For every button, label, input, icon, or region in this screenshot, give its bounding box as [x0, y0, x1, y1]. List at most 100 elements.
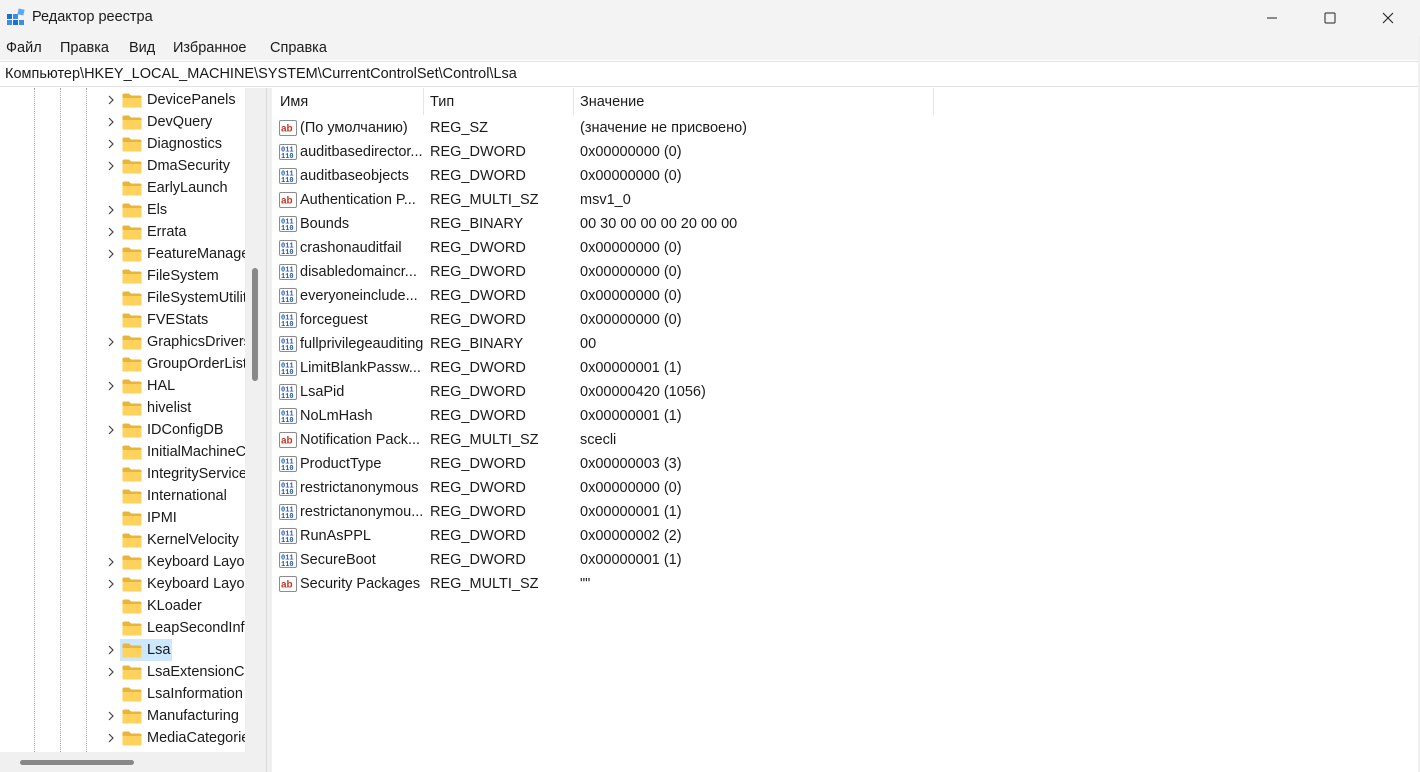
chevron-right-icon[interactable] — [106, 336, 116, 348]
tree-node[interactable]: IDConfigDB — [0, 419, 245, 441]
tree-node[interactable]: Lsa — [0, 639, 245, 661]
binary-value-icon: 011110 — [279, 336, 297, 353]
tree-node[interactable]: KLoader — [0, 595, 245, 617]
key-tree-panel[interactable]: DevicePanels DevQuery Diagnostics DmaSecuri… — [0, 88, 266, 772]
value-row[interactable]: 011 110 Bounds REG_BINARY 00 30 00 00 00 20 … — [272, 212, 972, 236]
tree-vertical-scroll-thumb[interactable] — [252, 268, 258, 381]
value-row[interactable]: 011 110 RunAsPPL REG_DWORD 0x00000002 (2) — [272, 524, 972, 548]
value-row[interactable]: ab Security Packages REG_MULTI_SZ "" — [272, 572, 972, 596]
tree-node[interactable]: FeatureManagement — [0, 243, 245, 265]
tree-node[interactable]: DmaSecurity — [0, 155, 245, 177]
address-path[interactable]: Компьютер\HKEY_LOCAL_MACHINE\SYSTEM\Curr… — [5, 66, 517, 82]
svg-text:ab: ab — [281, 196, 293, 207]
tree-node[interactable]: IntegrityServices — [0, 463, 245, 485]
value-row[interactable]: 011 110 LimitBlankPassw... REG_DWORD 0x00000… — [272, 356, 972, 380]
tree-vertical-scrollbar[interactable] — [245, 88, 266, 772]
tree-node[interactable]: DevicePanels — [0, 89, 245, 111]
title-bar[interactable]: Редактор реестра — [0, 0, 1420, 36]
binary-value-icon: 011110 — [279, 408, 297, 425]
value-row[interactable]: ab Notification Pack... REG_MULTI_SZ scecli — [272, 428, 972, 452]
tree-node[interactable]: Diagnostics — [0, 133, 245, 155]
value-row[interactable]: 011 110 forceguest REG_DWORD 0x00000000 (0) — [272, 308, 972, 332]
values-list-panel[interactable]: Имя Тип Значение ab (По умолчанию) REG_SZ (… — [272, 88, 1418, 772]
value-row[interactable]: 011 110 auditbaseobjects REG_DWORD 0x0000000… — [272, 164, 972, 188]
tree-node[interactable]: Errata — [0, 221, 245, 243]
tree-node[interactable]: Manufacturing — [0, 705, 245, 727]
tree-node[interactable]: Keyboard Layout — [0, 551, 245, 573]
tree-node[interactable]: LsaExtensionConfig — [0, 661, 245, 683]
address-bar[interactable]: Компьютер\HKEY_LOCAL_MACHINE\SYSTEM\Curr… — [0, 61, 1418, 87]
value-row[interactable]: 011 110 fullprivilegeauditing REG_BINARY 00 — [272, 332, 972, 356]
tree-node[interactable]: DevQuery — [0, 111, 245, 133]
tree-node[interactable]: GroupOrderList — [0, 353, 245, 375]
chevron-right-icon[interactable] — [106, 226, 116, 238]
minimize-button[interactable] — [1243, 0, 1301, 36]
chevron-right-icon[interactable] — [106, 380, 116, 392]
chevron-right-icon[interactable] — [106, 248, 116, 260]
tree-node[interactable]: Els — [0, 199, 245, 221]
menu-edit[interactable]: Правка — [60, 40, 109, 56]
value-type: REG_DWORD — [430, 168, 526, 184]
tree-node[interactable]: FileSystem — [0, 265, 245, 287]
value-row[interactable]: ab (По умолчанию) REG_SZ (значение не присв… — [272, 116, 972, 140]
close-button[interactable] — [1359, 0, 1417, 36]
tree-node[interactable]: FileSystemUtilities — [0, 287, 245, 309]
value-row[interactable]: 011 110 crashonauditfail REG_DWORD 0x0000000… — [272, 236, 972, 260]
tree-node[interactable]: InitialMachineConfig — [0, 441, 245, 463]
value-row[interactable]: 011 110 ProductType REG_DWORD 0x00000003 (3) — [272, 452, 972, 476]
column-header-name-label: Имя — [280, 94, 309, 110]
value-row[interactable]: 011 110 LsaPid REG_DWORD 0x00000420 (1056) — [272, 380, 972, 404]
value-type: REG_SZ — [430, 120, 489, 136]
chevron-right-icon[interactable] — [106, 138, 116, 150]
tree-node[interactable]: Keyboard Layouts — [0, 573, 245, 595]
chevron-right-icon[interactable] — [106, 666, 116, 678]
folder-icon — [122, 115, 142, 130]
chevron-right-icon[interactable] — [106, 160, 116, 172]
value-name: Notification Pack... — [300, 432, 421, 448]
value-row[interactable]: 011 110 SecureBoot REG_DWORD 0x00000001 (1) — [272, 548, 972, 572]
column-header-type[interactable]: Тип — [422, 88, 574, 115]
chevron-right-icon[interactable] — [106, 710, 116, 722]
chevron-right-icon[interactable] — [106, 578, 116, 590]
menu-file[interactable]: Файл — [6, 40, 42, 56]
menu-favorites[interactable]: Избранное — [173, 40, 246, 56]
tree-node[interactable]: International — [0, 485, 245, 507]
value-data: 0x00000420 (1056) — [580, 384, 706, 400]
chevron-right-icon[interactable] — [106, 556, 116, 568]
tree-node[interactable]: hivelist — [0, 397, 245, 419]
chevron-right-icon[interactable] — [106, 204, 116, 216]
svg-text:110: 110 — [281, 417, 294, 425]
tree-node[interactable]: LsaInformation — [0, 683, 245, 705]
value-row[interactable]: 011 110 NoLmHash REG_DWORD 0x00000001 (1) — [272, 404, 972, 428]
value-type: REG_BINARY — [430, 336, 524, 352]
menu-help[interactable]: Справка — [270, 40, 327, 56]
chevron-right-icon[interactable] — [106, 94, 116, 106]
tree-node[interactable]: HAL — [0, 375, 245, 397]
value-row[interactable]: 011 110 auditbasedirector... REG_DWORD 0x000… — [272, 140, 972, 164]
value-name: SecureBoot — [300, 552, 376, 568]
value-row[interactable]: 011 110 restrictanonymou... REG_DWORD 0x0000… — [272, 500, 972, 524]
value-row[interactable]: ab Authentication P... REG_MULTI_SZ msv1_0 — [272, 188, 972, 212]
tree-horizontal-scroll-thumb[interactable] — [20, 760, 134, 765]
maximize-button[interactable] — [1301, 0, 1359, 36]
chevron-right-icon[interactable] — [106, 424, 116, 436]
folder-icon — [122, 291, 142, 306]
tree-node[interactable]: FVEStats — [0, 309, 245, 331]
menu-view[interactable]: Вид — [129, 40, 155, 56]
tree-node[interactable]: KernelVelocity — [0, 529, 245, 551]
chevron-right-icon[interactable] — [106, 732, 116, 744]
value-row[interactable]: 011 110 everyoneinclude... REG_DWORD 0x00000… — [272, 284, 972, 308]
chevron-right-icon[interactable] — [106, 644, 116, 656]
value-row[interactable]: 011 110 disabledomaincr... REG_DWORD 0x00000… — [272, 260, 972, 284]
tree-node[interactable]: IPMI — [0, 507, 245, 529]
tree-node[interactable]: GraphicsDrivers — [0, 331, 245, 353]
value-row[interactable]: 011 110 restrictanonymous REG_DWORD 0x000000… — [272, 476, 972, 500]
tree-node[interactable]: MediaCategories — [0, 727, 245, 749]
folder-icon — [122, 401, 142, 416]
folder-icon — [122, 643, 142, 658]
column-header-data[interactable]: Значение — [572, 88, 934, 115]
tree-node[interactable]: EarlyLaunch — [0, 177, 245, 199]
tree-node[interactable]: LeapSecondInformation — [0, 617, 245, 639]
column-header-name[interactable]: Имя — [272, 88, 424, 115]
chevron-right-icon[interactable] — [106, 116, 116, 128]
